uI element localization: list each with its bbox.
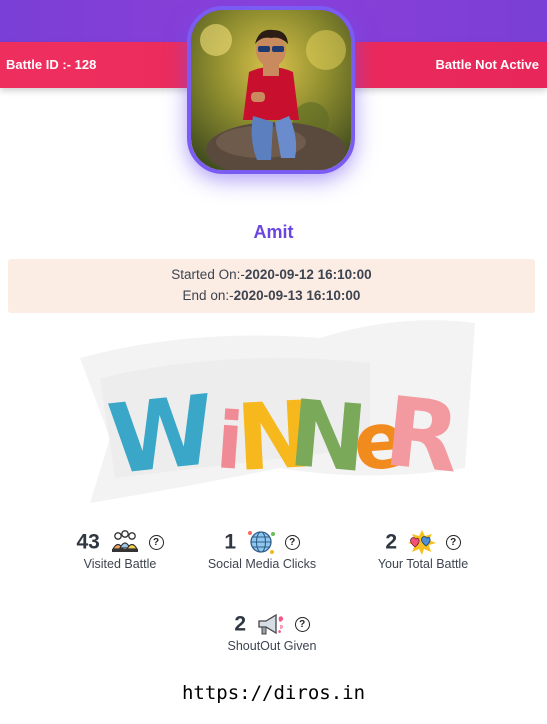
battle-dates: Started On:-2020-09-12 16:10:00 End on:-… bbox=[8, 259, 535, 313]
battle-status: Battle Not Active bbox=[435, 57, 539, 72]
winner-illustration: WiNNeR bbox=[70, 318, 480, 504]
avatar[interactable] bbox=[187, 6, 355, 174]
help-icon[interactable]: ? bbox=[284, 534, 300, 550]
stat-label: ShoutOut Given bbox=[227, 639, 317, 653]
stat-value: 1 bbox=[224, 530, 236, 554]
user-name: Amit bbox=[253, 222, 294, 242]
footer-url[interactable]: https://diros.in bbox=[0, 682, 547, 704]
stat-label: Visited Battle bbox=[83, 557, 157, 571]
end-date-line: End on:-2020-09-13 16:10:00 bbox=[8, 288, 535, 303]
stat-value: 2 bbox=[234, 612, 246, 636]
end-date-label: End on:- bbox=[182, 288, 234, 303]
winner-letter: W bbox=[103, 374, 220, 496]
globe-network-icon bbox=[247, 531, 275, 555]
stat-visited-battle: 43 ? Visited Battle bbox=[40, 528, 200, 571]
help-icon[interactable]: ? bbox=[445, 534, 461, 550]
start-date-label: Started On:- bbox=[171, 267, 245, 282]
megaphone-icon bbox=[258, 614, 284, 635]
start-date-value: 2020-09-12 16:10:00 bbox=[244, 267, 372, 282]
stat-label: Social Media Clicks bbox=[207, 557, 317, 571]
help-icon[interactable]: ? bbox=[148, 534, 164, 550]
stat-label: Your Total Battle bbox=[377, 557, 469, 571]
people-group-icon bbox=[111, 530, 138, 553]
avatar-photo bbox=[191, 10, 351, 170]
stat-value: 43 bbox=[76, 530, 100, 554]
stat-shoutout-given: 2 ? ShoutOut Given bbox=[192, 610, 352, 653]
stat-value: 2 bbox=[385, 530, 397, 554]
battle-id: Battle ID :- 128 bbox=[6, 57, 97, 72]
start-date-line: Started On:-2020-09-12 16:10:00 bbox=[8, 267, 535, 282]
battle-hearts-icon bbox=[407, 530, 436, 556]
stat-your-total-battle: 2 ? Your Total Battle bbox=[343, 528, 503, 571]
help-icon[interactable]: ? bbox=[294, 616, 310, 632]
stat-social-media-clicks: 1 ? Social Media Clicks bbox=[182, 528, 342, 571]
winner-letter: R bbox=[380, 375, 465, 494]
end-date-value: 2020-09-13 16:10:00 bbox=[233, 288, 361, 303]
